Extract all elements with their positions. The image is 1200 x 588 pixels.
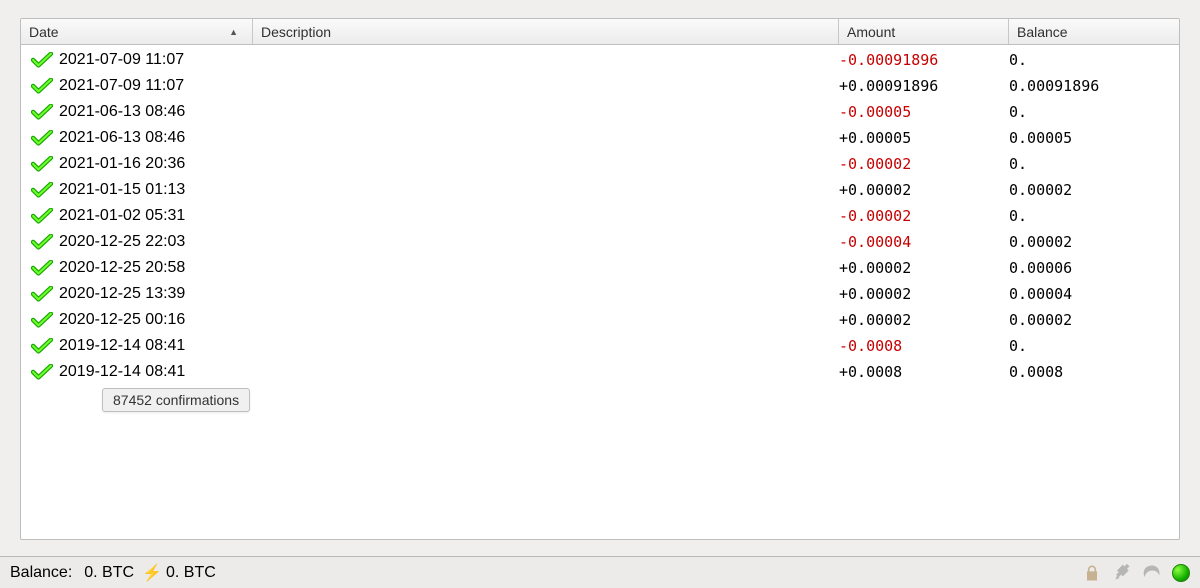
table-row[interactable]: 2021-06-13 08:46 +0.000050.00005 [21,125,1179,151]
cell-balance: 0.0008 [1009,363,1179,381]
confirmed-check-icon [31,78,53,94]
column-label: Description [261,24,331,40]
column-label: Balance [1017,24,1068,40]
confirmed-check-icon [31,286,53,302]
seed-icon[interactable] [1142,563,1162,583]
table-row[interactable]: 2021-07-09 11:07 -0.000918960. [21,47,1179,73]
tooltip-text: 87452 confirmations [113,392,239,408]
cell-amount: -0.00002 [839,207,1009,225]
confirmed-check-icon [31,52,53,68]
transactions-panel: Date ▲ Description Amount Balance 2021-0… [20,18,1180,540]
cell-date: 2020-12-25 00:16 [59,311,253,329]
status-balance: Balance: 0. BTC ⚡ 0. BTC [10,563,216,583]
cell-date: 2021-06-13 08:46 [59,103,253,121]
cell-date: 2021-01-02 05:31 [59,207,253,225]
cell-amount: -0.00091896 [839,51,1009,69]
table-row[interactable]: 2020-12-25 00:16 +0.000020.00002 [21,307,1179,333]
cell-date: 2019-12-14 08:41 [59,363,253,381]
confirmed-check-icon [31,234,53,250]
confirmed-check-icon [31,156,53,172]
column-header-amount[interactable]: Amount [839,19,1009,44]
cell-date: 2021-06-13 08:46 [59,129,253,147]
column-label: Amount [847,24,895,40]
cell-balance: 0. [1009,337,1179,355]
confirmed-check-icon [31,208,53,224]
cell-date: 2020-12-25 13:39 [59,285,253,303]
cell-amount: -0.00002 [839,155,1009,173]
cell-amount: +0.0008 [839,363,1009,381]
status-bar: Balance: 0. BTC ⚡ 0. BTC [0,556,1200,588]
cell-amount: +0.00091896 [839,77,1009,95]
cell-amount: +0.00002 [839,181,1009,199]
cell-amount: +0.00005 [839,129,1009,147]
table-row[interactable]: 2019-12-14 08:41 +0.00080.0008 [21,359,1179,385]
confirmations-tooltip: 87452 confirmations [102,388,250,412]
confirmed-check-icon [31,104,53,120]
table-body: 2021-07-09 11:07-0.000918960.2021-07-09 … [21,45,1179,385]
cell-balance: 0.00091896 [1009,77,1179,95]
lightning-balance-value: 0. BTC [166,564,216,582]
column-header-date[interactable]: Date ▲ [21,19,253,44]
column-header-balance[interactable]: Balance [1009,19,1179,44]
balance-label: Balance: [10,564,72,582]
status-tools [1082,563,1190,583]
network-status-led-icon[interactable] [1172,564,1190,582]
confirmed-check-icon [31,182,53,198]
cell-amount: +0.00002 [839,259,1009,277]
table-row[interactable]: 2020-12-25 20:58 +0.000020.00006 [21,255,1179,281]
cell-amount: -0.00004 [839,233,1009,251]
cell-balance: 0.00002 [1009,181,1179,199]
table-row[interactable]: 2020-12-25 22:03 -0.000040.00002 [21,229,1179,255]
column-header-description[interactable]: Description [253,19,839,44]
balance-value: 0. BTC [84,564,134,582]
cell-balance: 0.00005 [1009,129,1179,147]
cell-balance: 0.00006 [1009,259,1179,277]
lock-icon[interactable] [1082,563,1102,583]
column-label: Date [29,24,59,40]
confirmed-check-icon [31,260,53,276]
table-row[interactable]: 2021-01-02 05:31 -0.000020. [21,203,1179,229]
confirmed-check-icon [31,312,53,328]
table-row[interactable]: 2020-12-25 13:39 +0.000020.00004 [21,281,1179,307]
table-row[interactable]: 2021-01-16 20:36 -0.000020. [21,151,1179,177]
cell-date: 2020-12-25 22:03 [59,233,253,251]
confirmed-check-icon [31,338,53,354]
settings-icon[interactable] [1112,563,1132,583]
cell-balance: 0.00002 [1009,233,1179,251]
cell-balance: 0. [1009,51,1179,69]
cell-amount: +0.00002 [839,311,1009,329]
cell-date: 2021-01-16 20:36 [59,155,253,173]
confirmed-check-icon [31,130,53,146]
cell-balance: 0. [1009,103,1179,121]
sort-ascending-icon: ▲ [229,27,244,37]
cell-date: 2019-12-14 08:41 [59,337,253,355]
cell-balance: 0.00004 [1009,285,1179,303]
cell-amount: +0.00002 [839,285,1009,303]
cell-balance: 0. [1009,207,1179,225]
cell-balance: 0. [1009,155,1179,173]
cell-date: 2021-01-15 01:13 [59,181,253,199]
cell-date: 2020-12-25 20:58 [59,259,253,277]
cell-balance: 0.00002 [1009,311,1179,329]
lightning-icon: ⚡ [142,563,162,583]
table-row[interactable]: 2019-12-14 08:41 -0.00080. [21,333,1179,359]
cell-date: 2021-07-09 11:07 [59,51,253,69]
cell-amount: -0.0008 [839,337,1009,355]
cell-date: 2021-07-09 11:07 [59,77,253,95]
table-row[interactable]: 2021-01-15 01:13 +0.000020.00002 [21,177,1179,203]
table-row[interactable]: 2021-06-13 08:46 -0.000050. [21,99,1179,125]
table-row[interactable]: 2021-07-09 11:07 +0.000918960.00091896 [21,73,1179,99]
confirmed-check-icon [31,364,53,380]
table-header: Date ▲ Description Amount Balance [21,19,1179,45]
cell-amount: -0.00005 [839,103,1009,121]
